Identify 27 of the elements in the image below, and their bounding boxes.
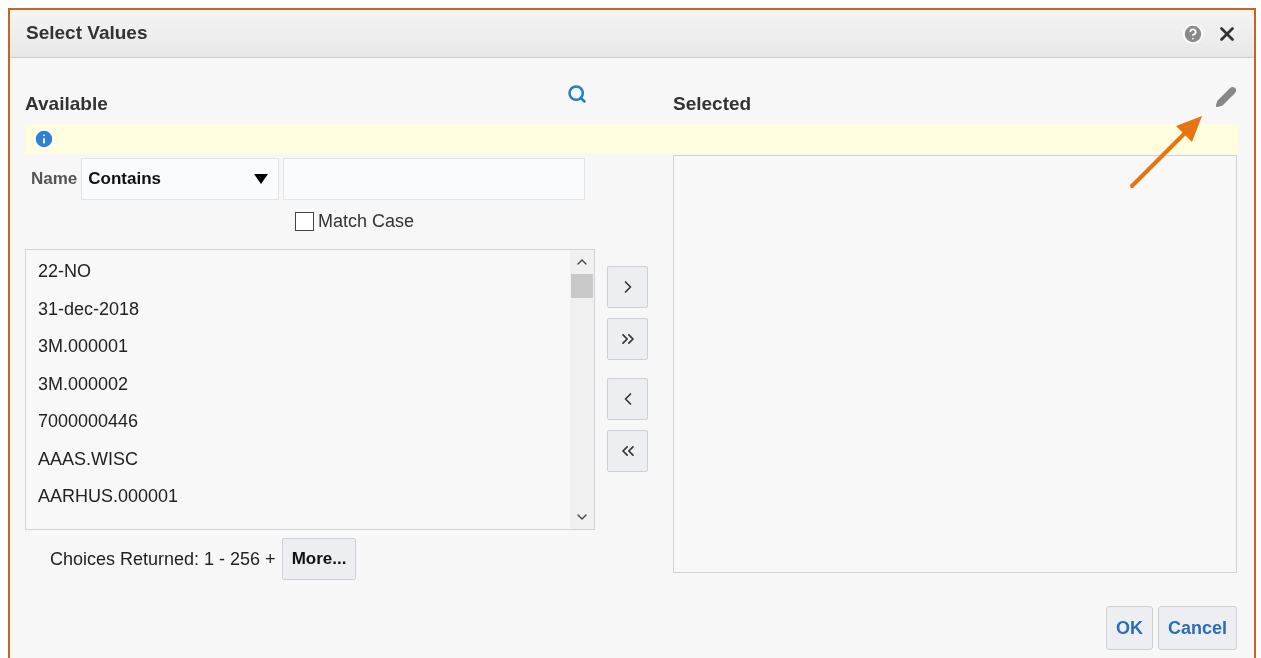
info-icon	[33, 128, 55, 150]
ok-button[interactable]: OK	[1105, 606, 1153, 650]
available-heading: Available	[25, 91, 108, 116]
operator-dropdown[interactable]: Contains	[81, 158, 280, 200]
choices-returned-text: Choices Returned: 1 - 256 +	[50, 547, 276, 571]
more-button[interactable]: More...	[281, 538, 357, 580]
list-item[interactable]: AAAS.WISC	[38, 446, 570, 471]
cancel-button[interactable]: Cancel	[1157, 606, 1237, 650]
search-icon[interactable]	[567, 84, 587, 104]
list-item[interactable]: 7000000446	[38, 409, 570, 433]
list-item[interactable]: 3M.000001	[38, 334, 570, 358]
filter-input[interactable]	[283, 158, 586, 200]
filter-label: Name	[31, 168, 78, 191]
scrollbar-thumb[interactable]	[571, 274, 593, 298]
list-item[interactable]: 3M.000002	[38, 371, 570, 396]
scrollbar[interactable]	[570, 250, 594, 529]
dialog-title: Select Values	[26, 21, 148, 46]
list-item[interactable]: 31-dec-2018	[38, 296, 570, 321]
list-item[interactable]: AARHUS.000001	[38, 484, 570, 508]
dropdown-arrow-icon	[254, 174, 269, 184]
match-case-checkbox[interactable]: Match Case	[295, 208, 415, 235]
move-all-left-button[interactable]	[607, 430, 648, 472]
list-item[interactable]: 22-NO	[38, 259, 570, 283]
pencil-icon[interactable]	[1215, 86, 1237, 108]
selected-heading: Selected	[673, 91, 752, 116]
help-icon[interactable]	[1182, 22, 1204, 45]
move-all-right-button[interactable]	[607, 318, 648, 360]
